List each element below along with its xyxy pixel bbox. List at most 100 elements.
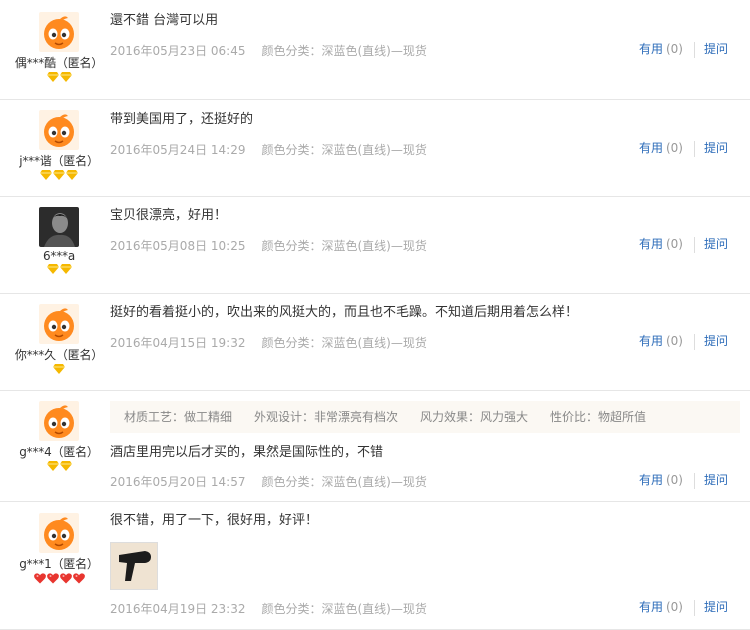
reviewer-info: 你***久（匿名）: [0, 304, 118, 376]
review-actions: 有用 (0) 提问: [639, 332, 728, 350]
review-sku: 颜色分类：深蓝色(直线)—现货: [261, 239, 427, 253]
useful-button[interactable]: 有用: [639, 473, 663, 487]
reviewer-level: [0, 573, 118, 585]
heart-icon: [72, 573, 85, 586]
useful-button[interactable]: 有用: [639, 141, 663, 155]
review-text: 宝贝很漂亮，好用！: [110, 208, 228, 223]
reviewer-info: g***4（匿名）: [0, 401, 118, 473]
review-meta: 2016年05月24日 14:29 颜色分类：深蓝色(直线)—现货: [110, 141, 427, 158]
review-item: g***4（匿名） 材质工艺：做工精细 外观设计：非常漂亮有档次 风力效果：风力强大 性…: [0, 391, 750, 502]
review-item: 6***a 宝贝很漂亮，好用！ 2016年05月08日 10:25 颜色分类：深蓝色(…: [0, 197, 750, 294]
useful-button[interactable]: 有用: [639, 600, 663, 614]
reviewer-name: 偶***酷（匿名）: [14, 56, 104, 70]
review-sku: 颜色分类：深蓝色(直线)—现货: [261, 336, 427, 350]
reviewer-info: 偶***酷（匿名）: [0, 12, 118, 84]
reviewer-name: j***谐（匿名）: [19, 154, 99, 168]
divider: [693, 333, 695, 350]
useful-count: (0): [665, 237, 683, 251]
review-item: 你***久（匿名） 挺好的看着挺小的，吹出来的风挺大的，而且也不毛躁。不知道后期用…: [0, 294, 750, 391]
diamond-icon: [40, 170, 52, 182]
review-meta: 2016年04月19日 23:32 颜色分类：深蓝色(直线)—现货: [110, 600, 427, 617]
review-tag: 外观设计：非常漂亮有档次: [254, 410, 399, 424]
review-actions: 有用 (0) 提问: [639, 471, 728, 489]
reviewer-name: g***4（匿名）: [19, 445, 99, 459]
useful-button[interactable]: 有用: [639, 237, 663, 251]
heart-icon: [46, 573, 59, 586]
avatar[interactable]: [39, 513, 79, 553]
review-text: 带到美国用了，还挺好的: [110, 112, 254, 127]
review-sku: 颜色分类：深蓝色(直线)—现货: [261, 475, 427, 489]
divider: [693, 599, 695, 616]
useful-count: (0): [665, 42, 683, 56]
useful-count: (0): [665, 334, 683, 348]
reviewer-level: [0, 72, 118, 84]
ask-question-button[interactable]: 提问: [704, 141, 728, 155]
diamond-icon: [53, 170, 65, 182]
review-item: j***谐（匿名） 带到美国用了，还挺好的 2016年05月24日 14:29 颜色分…: [0, 100, 750, 197]
review-date: 2016年04月19日 23:32: [110, 602, 246, 616]
useful-count: (0): [665, 600, 683, 614]
useful-count: (0): [665, 473, 683, 487]
review-date: 2016年05月08日 10:25: [110, 239, 246, 253]
useful-button[interactable]: 有用: [639, 334, 663, 348]
reviewer-name: 你***久（匿名）: [14, 348, 104, 362]
avatar[interactable]: [39, 401, 79, 441]
diamond-icon: [66, 170, 78, 182]
review-item: g***1（匿名） 很不错，用了一下，很好用，好评！ 2016年04月19日 23:…: [0, 502, 750, 630]
review-date: 2016年05月20日 14:57: [110, 475, 246, 489]
review-sku: 颜色分类：深蓝色(直线)—现货: [261, 44, 427, 58]
diamond-icon: [59, 72, 72, 84]
diamond-icon: [59, 264, 72, 276]
ask-question-button[interactable]: 提问: [704, 237, 728, 251]
useful-count: (0): [665, 141, 683, 155]
review-sku: 颜色分类：深蓝色(直线)—现货: [261, 143, 427, 157]
review-tags: 材质工艺：做工精细 外观设计：非常漂亮有档次 风力效果：风力强大 性价比：物超所值: [110, 401, 740, 433]
avatar[interactable]: [39, 110, 79, 150]
divider: [693, 140, 695, 157]
diamond-icon: [59, 461, 72, 473]
review-actions: 有用 (0) 提问: [639, 139, 728, 157]
reviewer-info: j***谐（匿名）: [0, 110, 118, 182]
review-actions: 有用 (0) 提问: [639, 598, 728, 616]
reviewer-info: g***1（匿名）: [0, 513, 118, 585]
review-date: 2016年05月24日 14:29: [110, 143, 246, 157]
avatar[interactable]: [39, 207, 79, 247]
divider: [693, 236, 695, 253]
reviewer-level: [0, 264, 118, 276]
diamond-icon: [53, 364, 65, 376]
review-meta: 2016年04月15日 19:32 颜色分类：深蓝色(直线)—现货: [110, 334, 427, 351]
review-text: 酒店里用完以后才买的，果然是国际性的，不错: [110, 445, 384, 460]
reviewer-name: g***1（匿名）: [19, 557, 99, 571]
review-date: 2016年04月15日 19:32: [110, 336, 246, 350]
ask-question-button[interactable]: 提问: [704, 42, 728, 56]
review-item: 偶***酷（匿名） 還不錯 台灣可以用 2016年05月23日 06:45 颜色分类：…: [0, 0, 750, 100]
heart-icon: [59, 573, 72, 586]
diamond-icon: [46, 72, 59, 84]
review-text: 還不錯 台灣可以用: [110, 13, 219, 28]
review-tag: 性价比：物超所值: [550, 410, 647, 424]
review-sku: 颜色分类：深蓝色(直线)—现货: [261, 602, 427, 616]
ask-question-button[interactable]: 提问: [704, 473, 728, 487]
review-tag: 风力效果：风力强大: [420, 410, 529, 424]
avatar[interactable]: [39, 304, 79, 344]
reviewer-info: 6***a: [0, 207, 118, 276]
ask-question-button[interactable]: 提问: [704, 600, 728, 614]
avatar[interactable]: [39, 12, 79, 52]
review-tag: 材质工艺：做工精细: [124, 410, 233, 424]
review-text: 很不错，用了一下，很好用，好评！: [110, 513, 319, 528]
diamond-icon: [46, 461, 59, 473]
divider: [693, 41, 695, 58]
review-meta: 2016年05月20日 14:57 颜色分类：深蓝色(直线)—现货: [110, 473, 427, 490]
review-photo-thumbnail[interactable]: [110, 542, 158, 590]
reviewer-level: [0, 364, 118, 376]
useful-button[interactable]: 有用: [639, 42, 663, 56]
divider: [693, 472, 695, 489]
review-date: 2016年05月23日 06:45: [110, 44, 246, 58]
review-actions: 有用 (0) 提问: [639, 40, 728, 58]
review-meta: 2016年05月08日 10:25 颜色分类：深蓝色(直线)—现货: [110, 237, 427, 254]
heart-icon: [33, 573, 46, 586]
ask-question-button[interactable]: 提问: [704, 334, 728, 348]
review-meta: 2016年05月23日 06:45 颜色分类：深蓝色(直线)—现货: [110, 42, 427, 59]
review-text: 挺好的看着挺小的，吹出来的风挺大的，而且也不毛躁。不知道后期用着怎么样！: [110, 305, 579, 320]
reviewer-level: [0, 461, 118, 473]
